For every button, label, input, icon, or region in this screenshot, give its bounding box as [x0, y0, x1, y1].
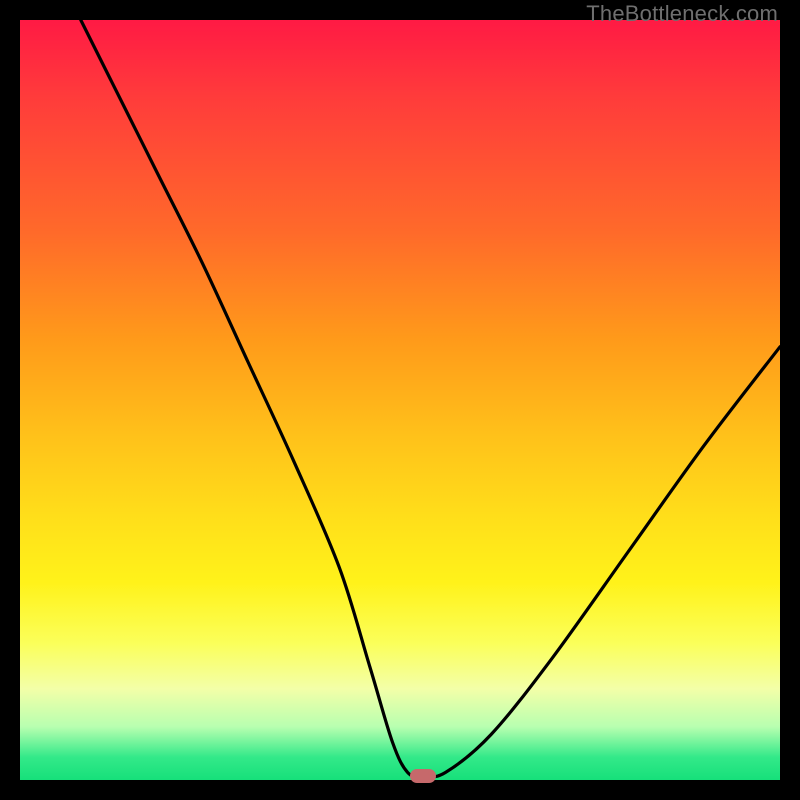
- chart-frame: TheBottleneck.com: [0, 0, 800, 800]
- bottleneck-curve: [20, 20, 780, 780]
- curve-path: [81, 20, 780, 777]
- watermark-text: TheBottleneck.com: [586, 1, 778, 27]
- plot-area: [20, 20, 780, 780]
- minimum-marker: [410, 769, 436, 783]
